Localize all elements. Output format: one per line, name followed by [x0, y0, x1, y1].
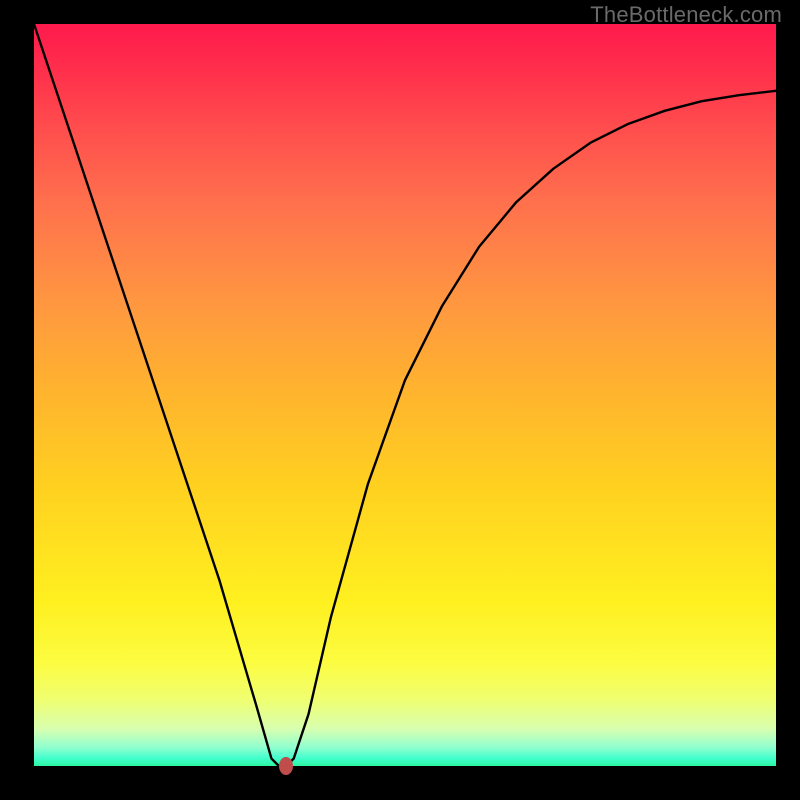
bottleneck-curve: [34, 24, 776, 766]
optimal-point-marker: [279, 757, 293, 775]
